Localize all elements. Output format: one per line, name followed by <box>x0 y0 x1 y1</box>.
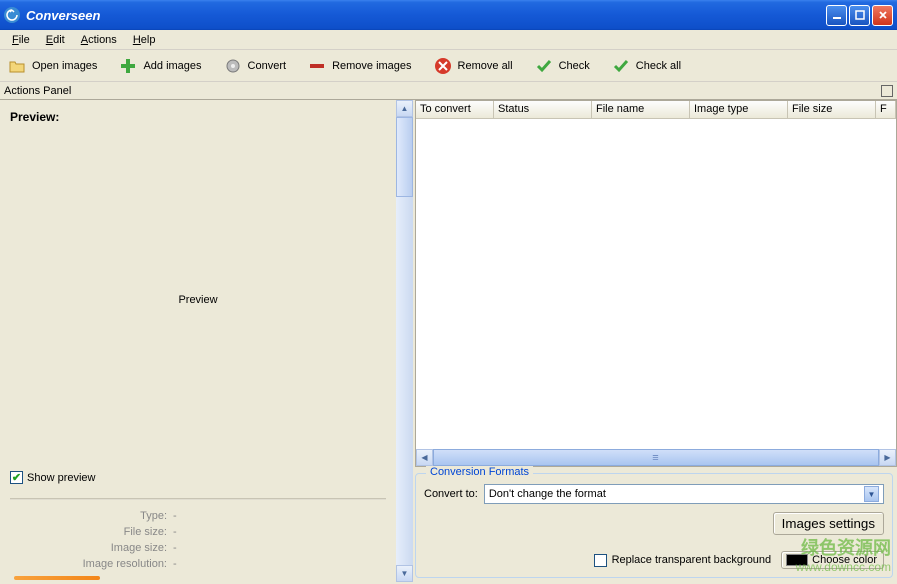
info-filesize-label: File size: <box>18 526 173 538</box>
info-imgres-label: Image resolution: <box>18 558 173 570</box>
check-icon <box>535 57 553 75</box>
menu-edit[interactable]: Edit <box>38 32 73 48</box>
actions-panel-header: Actions Panel <box>0 82 897 100</box>
check-label: Check <box>559 60 590 72</box>
open-images-label: Open images <box>32 60 97 72</box>
plus-icon <box>119 57 137 75</box>
scroll-up-icon[interactable]: ▲ <box>396 100 413 117</box>
info-imgsize-value: - <box>173 542 177 554</box>
check-all-icon <box>612 57 630 75</box>
panel-scrollbar[interactable]: ▲ ▼ <box>396 100 413 582</box>
folder-open-icon <box>8 57 26 75</box>
open-images-button[interactable]: Open images <box>4 55 101 77</box>
info-filesize-value: - <box>173 526 177 538</box>
preview-heading: Preview: <box>10 110 386 124</box>
menu-help[interactable]: Help <box>125 32 164 48</box>
check-button[interactable]: Check <box>531 55 594 77</box>
scroll-left-icon[interactable]: ◀ <box>416 449 433 466</box>
convert-to-label: Convert to: <box>424 488 478 500</box>
col-file-size[interactable]: File size <box>788 101 876 118</box>
preview-placeholder: Preview <box>178 294 217 306</box>
images-settings-button[interactable]: Images settings <box>773 512 884 535</box>
actions-panel: Preview: Preview ✔ Show preview Type:- F… <box>0 100 413 582</box>
divider <box>10 498 386 500</box>
image-info: Type:- File size:- Image size:- Image re… <box>10 508 386 582</box>
h-scroll-thumb[interactable]: ≡ <box>433 449 879 466</box>
color-swatch <box>786 554 808 566</box>
menu-actions[interactable]: Actions <box>73 32 125 48</box>
progress-indicator <box>14 576 100 580</box>
chevron-down-icon: ▼ <box>864 486 879 502</box>
table-header: To convert Status File name Image type F… <box>416 101 896 119</box>
main-area: To convert Status File name Image type F… <box>413 100 897 582</box>
col-file-name[interactable]: File name <box>592 101 690 118</box>
toolbar: Open images Add images Convert Remove im… <box>0 50 897 82</box>
col-overflow[interactable]: F <box>876 101 896 118</box>
table-body[interactable] <box>416 119 896 449</box>
info-imgsize-label: Image size: <box>18 542 173 554</box>
info-imgres-value: - <box>173 558 177 570</box>
menu-file[interactable]: File <box>4 32 38 48</box>
gear-icon <box>224 57 242 75</box>
choose-color-label: Choose color <box>812 554 877 566</box>
actions-panel-title: Actions Panel <box>4 85 71 97</box>
remove-all-icon <box>434 57 452 75</box>
replace-bg-checkbox[interactable] <box>594 554 607 567</box>
choose-color-button[interactable]: Choose color <box>781 551 884 569</box>
add-images-label: Add images <box>143 60 201 72</box>
minus-icon <box>308 57 326 75</box>
scroll-right-icon[interactable]: ▶ <box>879 449 896 466</box>
convert-button[interactable]: Convert <box>220 55 291 77</box>
close-button[interactable] <box>872 5 893 26</box>
convert-to-value: Don't change the format <box>489 488 606 500</box>
remove-all-button[interactable]: Remove all <box>430 55 517 77</box>
titlebar: Converseen <box>0 0 897 30</box>
convert-label: Convert <box>248 60 287 72</box>
info-type-value: - <box>173 510 177 522</box>
scroll-thumb[interactable] <box>396 117 413 197</box>
maximize-button[interactable] <box>849 5 870 26</box>
table-h-scrollbar[interactable]: ◀ ≡ ▶ <box>416 449 896 466</box>
conversion-formats-group: Conversion Formats Convert to: Don't cha… <box>415 473 893 578</box>
scroll-track[interactable] <box>396 197 413 565</box>
preview-area: Preview <box>10 134 386 465</box>
add-images-button[interactable]: Add images <box>115 55 205 77</box>
replace-bg-label: Replace transparent background <box>612 554 772 566</box>
check-all-button[interactable]: Check all <box>608 55 685 77</box>
conversion-formats-legend: Conversion Formats <box>426 466 533 478</box>
show-preview-label: Show preview <box>27 472 95 484</box>
remove-images-button[interactable]: Remove images <box>304 55 415 77</box>
check-all-label: Check all <box>636 60 681 72</box>
app-icon <box>4 7 20 23</box>
undock-icon[interactable] <box>881 85 893 97</box>
minimize-button[interactable] <box>826 5 847 26</box>
convert-to-select[interactable]: Don't change the format ▼ <box>484 484 884 504</box>
col-to-convert[interactable]: To convert <box>416 101 494 118</box>
col-status[interactable]: Status <box>494 101 592 118</box>
col-image-type[interactable]: Image type <box>690 101 788 118</box>
file-table: To convert Status File name Image type F… <box>415 100 897 467</box>
remove-all-label: Remove all <box>458 60 513 72</box>
info-type-label: Type: <box>18 510 173 522</box>
remove-images-label: Remove images <box>332 60 411 72</box>
show-preview-checkbox[interactable]: ✔ <box>10 471 23 484</box>
scroll-down-icon[interactable]: ▼ <box>396 565 413 582</box>
window-title: Converseen <box>26 8 826 23</box>
menubar: File Edit Actions Help <box>0 30 897 50</box>
